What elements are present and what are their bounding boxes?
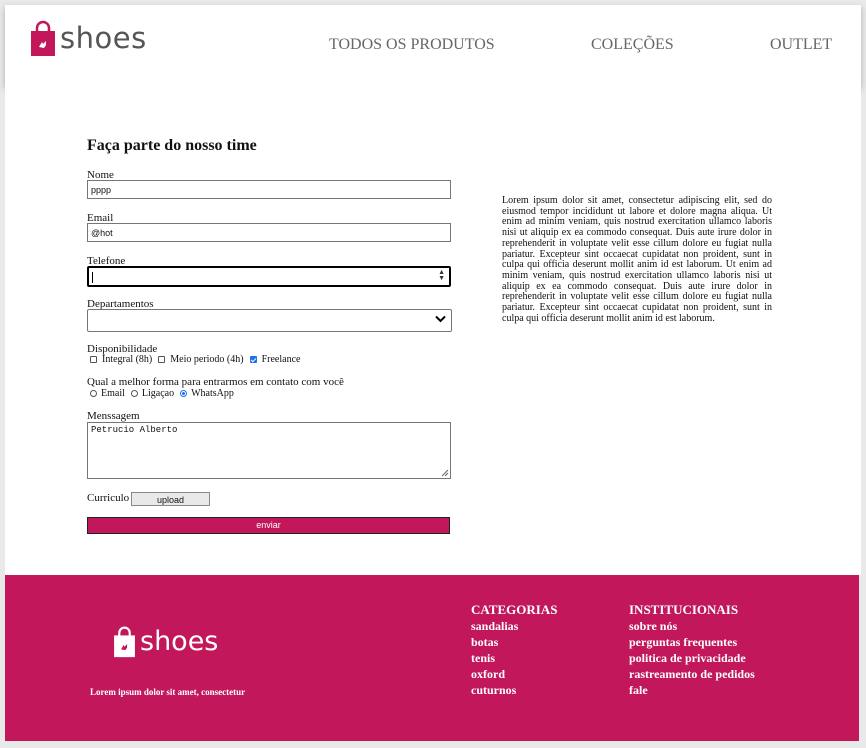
form-title: Faça parte do nosso time: [87, 137, 257, 154]
radio-email-label: Email: [101, 388, 125, 399]
brand-logo[interactable]: shoes: [30, 19, 147, 57]
footer-institucionais-title: INSTITUCIONAIS: [629, 602, 739, 617]
message-textarea[interactable]: Petrucio Alberto: [87, 422, 451, 479]
contact-options: Email Ligaçao WhatsApp: [90, 388, 240, 399]
footer-link-politica-de-privacidade[interactable]: politica de privacidade: [629, 650, 755, 666]
site-header: shoes TODOS OS PRODUTOS COLEÇÕES OUTLET: [5, 5, 861, 86]
contact-method-label: Qual a melhor forma para entrarmos em co…: [87, 376, 344, 388]
phone-input[interactable]: ▲ ▼: [87, 266, 451, 287]
name-input[interactable]: pppp: [87, 180, 451, 199]
main-content: Faça parte do nosso time Nome pppp Email…: [5, 86, 861, 575]
description-text: Lorem ipsum dolor sit amet, consectetur …: [502, 195, 772, 324]
footer-link-cuturnos[interactable]: cuturnos: [471, 682, 557, 698]
checkbox-meio-periodo-label: Meio periodo (4h): [170, 354, 244, 365]
footer-tagline: Lorem ipsum dolor sit amet, consectetur: [90, 687, 246, 697]
footer-link-rastreamento-de-pedidos[interactable]: rastreamento de pedidos: [629, 666, 755, 682]
radio-whatsapp-label: WhatsApp: [191, 388, 234, 399]
footer-link-fale[interactable]: fale: [629, 682, 755, 698]
checkbox-integral[interactable]: [90, 356, 97, 363]
upload-button[interactable]: upload: [131, 492, 210, 506]
footer-institucionais: INSTITUCIONAIS sobre nós perguntas frequ…: [629, 602, 755, 698]
footer-link-botas[interactable]: botas: [471, 634, 557, 650]
nav-link-todos-os-produtos[interactable]: TODOS OS PRODUTOS: [329, 36, 495, 54]
departments-select[interactable]: [87, 309, 452, 332]
message-label: Menssagem: [87, 410, 140, 422]
footer-link-perguntas-frequentes[interactable]: perguntas frequentes: [629, 634, 755, 650]
text-cursor: [92, 272, 93, 284]
footer-categorias: CATEGORIAS sandalias botas tenis oxford …: [471, 602, 557, 698]
radio-whatsapp[interactable]: [180, 390, 188, 397]
submit-button[interactable]: enviar: [87, 517, 450, 534]
email-input[interactable]: @hot: [87, 223, 451, 242]
checkbox-freelance-label: Freelance: [261, 354, 301, 365]
radio-ligacao[interactable]: [130, 390, 138, 397]
radio-email[interactable]: [90, 390, 97, 397]
nav-link-outlet[interactable]: OUTLET: [770, 36, 832, 54]
message-value: Petrucio Alberto: [91, 425, 178, 435]
availability-options: Integral (8h) Meio periodo (4h) Freelanc…: [90, 354, 306, 365]
site-footer: shoes Lorem ipsum dolor sit amet, consec…: [5, 575, 859, 741]
footer-link-sandalias[interactable]: sandalias: [471, 618, 557, 634]
radio-ligacao-label: Ligaçao: [141, 388, 175, 399]
nav-link-colecoes[interactable]: COLEÇÕES: [591, 36, 674, 54]
shopping-bag-icon: [31, 20, 55, 56]
resize-handle-icon[interactable]: [441, 469, 449, 477]
shopping-bag-icon: [114, 626, 135, 658]
chevron-down-icon: [435, 315, 446, 323]
checkbox-integral-label: Integral (8h): [102, 354, 153, 365]
cv-label: Curriculo: [87, 492, 130, 504]
footer-logo[interactable]: shoes: [113, 625, 218, 658]
checkbox-freelance[interactable]: [249, 356, 257, 363]
footer-link-tenis[interactable]: tenis: [471, 650, 557, 666]
footer-categorias-title: CATEGORIAS: [471, 602, 558, 617]
checkbox-meio-periodo[interactable]: [158, 356, 166, 363]
footer-link-oxford[interactable]: oxford: [471, 666, 557, 682]
footer-brand-name: shoes: [140, 626, 219, 657]
footer-link-sobre-nos[interactable]: sobre nós: [629, 618, 755, 634]
number-spinner-icon[interactable]: ▲ ▼: [438, 269, 445, 282]
brand-name: shoes: [60, 21, 147, 55]
